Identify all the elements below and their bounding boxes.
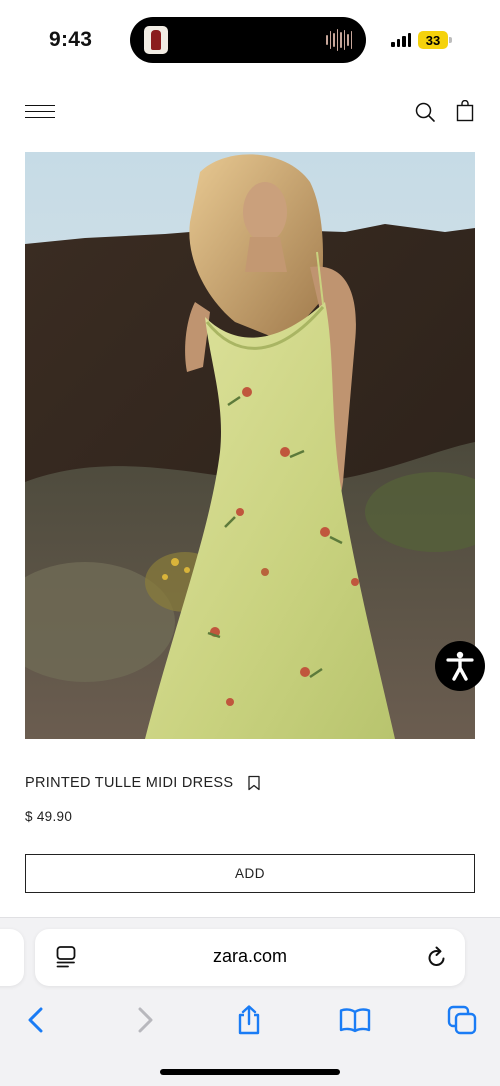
accessibility-icon[interactable] [435, 641, 485, 691]
battery-level: 33 [418, 31, 448, 49]
reload-icon[interactable] [426, 945, 448, 969]
bookmark-icon[interactable] [247, 775, 261, 791]
home-indicator[interactable] [160, 1069, 340, 1075]
forward-icon[interactable] [127, 1002, 163, 1038]
battery-icon: 33 [418, 31, 452, 49]
address-bar[interactable]: zara.com [35, 929, 465, 986]
status-bar: 9:43 33 [0, 0, 500, 80]
product-title-row: PRINTED TULLE MIDI DRESS [25, 775, 261, 791]
bookmarks-icon[interactable] [337, 1002, 373, 1038]
shopping-bag-icon[interactable] [455, 99, 475, 122]
status-time: 9:43 [49, 28, 93, 51]
cellular-signal-icon [391, 33, 411, 47]
back-icon[interactable] [18, 1002, 54, 1038]
browser-bottom-chrome: zara.com [0, 917, 500, 1086]
audio-waveform-icon [326, 28, 352, 52]
add-to-cart-button[interactable]: ADD [25, 854, 475, 893]
share-icon[interactable] [231, 1002, 267, 1038]
search-icon[interactable] [414, 101, 436, 123]
previous-tab-preview[interactable] [0, 929, 24, 986]
url-text[interactable]: zara.com [35, 946, 465, 967]
browser-toolbar [0, 1002, 500, 1042]
dress-photo-illustration [25, 152, 475, 739]
product-price: $ 49.90 [25, 809, 73, 824]
dynamic-island[interactable] [130, 17, 366, 63]
now-playing-artwork [144, 26, 168, 54]
hamburger-menu-icon[interactable] [25, 104, 55, 120]
site-header [0, 90, 500, 134]
tabs-icon[interactable] [444, 1002, 480, 1038]
product-photo[interactable] [25, 152, 475, 739]
product-title: PRINTED TULLE MIDI DRESS [25, 775, 234, 791]
